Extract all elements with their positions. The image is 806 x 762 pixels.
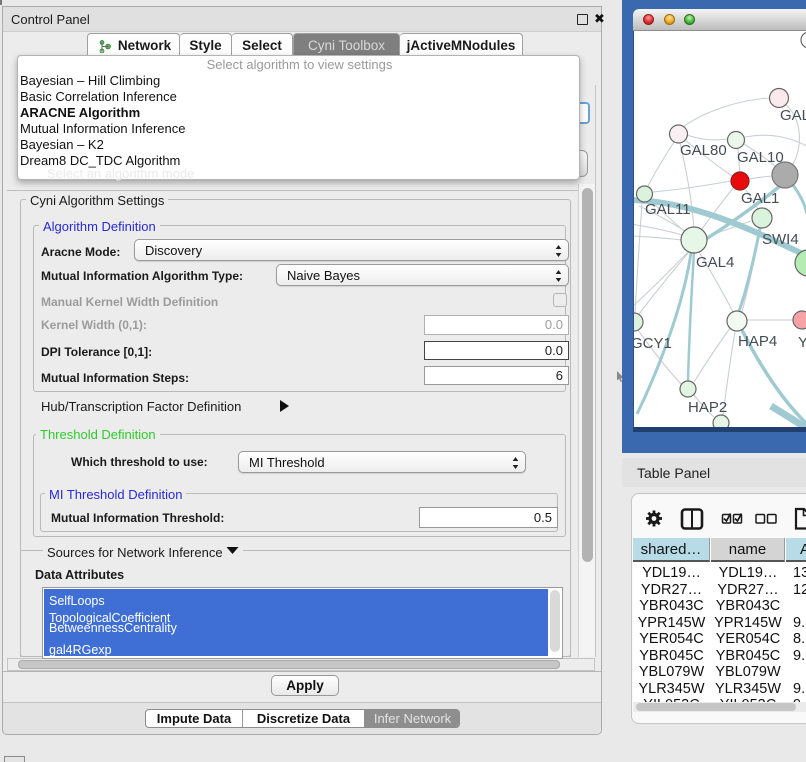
svg-text:Y: Y [798,334,806,351]
svg-text:GAL1: GAL1 [741,190,779,207]
svg-text:HAP4: HAP4 [738,333,777,350]
svg-text:GAL4: GAL4 [696,254,734,271]
svg-text:GCY1: GCY1 [634,335,672,352]
svg-text:GAL11: GAL11 [645,201,691,218]
svg-text:GAL80: GAL80 [680,142,727,159]
svg-text:GAL: GAL [780,107,806,124]
svg-text:GAL10: GAL10 [737,149,784,166]
svg-text:HAP2: HAP2 [688,399,727,416]
svg-text:SWI4: SWI4 [762,231,799,248]
